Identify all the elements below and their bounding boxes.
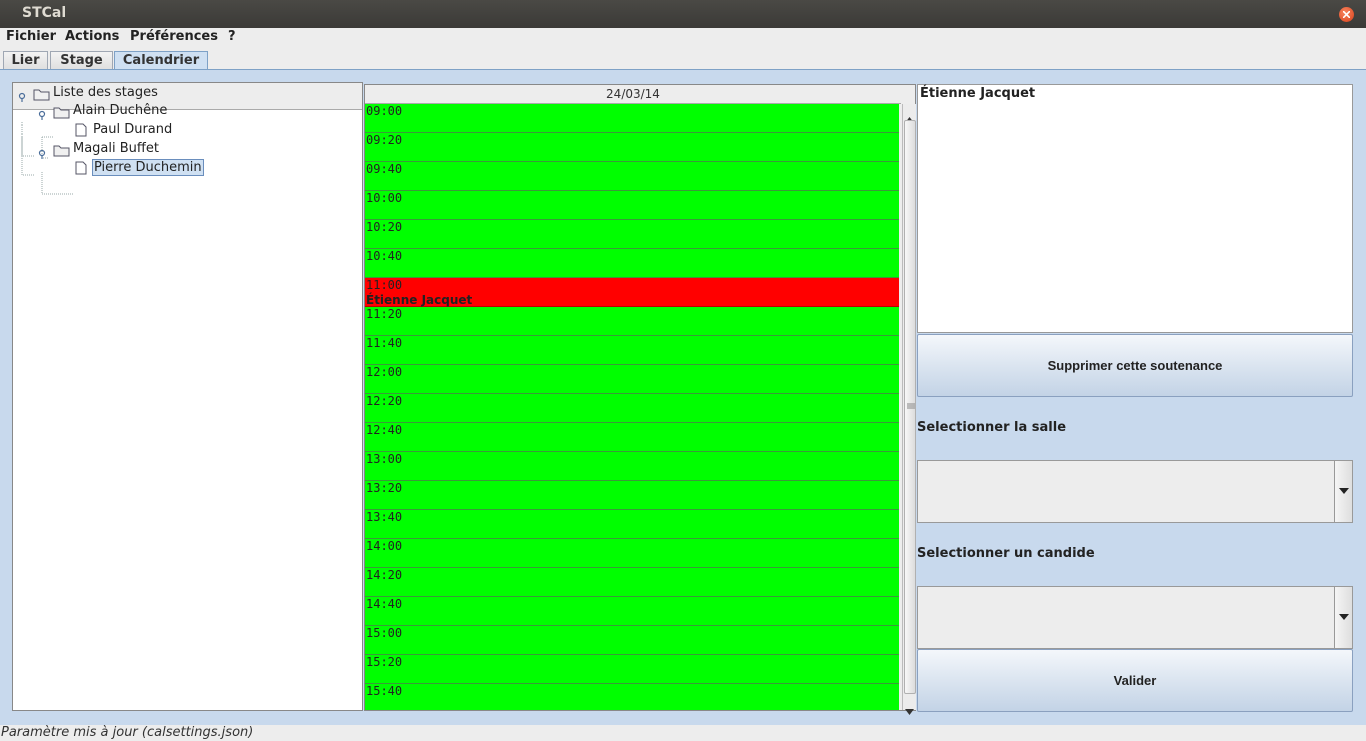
slot-time: 12:00 — [366, 365, 403, 379]
slot-time: 13:20 — [366, 481, 403, 495]
slot-time: 09:40 — [366, 162, 403, 176]
tree-root[interactable]: Liste des stages — [53, 85, 158, 100]
time-slot-free[interactable]: 12:40 — [365, 423, 899, 452]
slot-time: 10:40 — [366, 249, 403, 263]
calendar-tab-content: Liste des stages Alain Duchêne Paul Dura… — [0, 69, 1366, 725]
folder-icon — [53, 104, 70, 123]
tree-leaf-item-selected[interactable]: Pierre Duchemin — [92, 159, 204, 176]
defense-details-textarea[interactable]: Étienne Jacquet — [917, 84, 1353, 333]
chevron-down-icon — [1339, 614, 1349, 620]
status-bar: Paramètre mis à jour (calsettings.json) — [0, 725, 1366, 741]
calendar-panel: 24/03/14 09:00 09:20 09:40 10:00 10:20 10:40 1… — [364, 84, 916, 715]
slot-time: 13:40 — [366, 510, 403, 524]
slot-time: 14:00 — [366, 539, 403, 553]
time-slot-free[interactable]: 09:40 — [365, 162, 899, 191]
time-slot-free[interactable]: 15:20 — [365, 655, 899, 684]
slot-time: 11:20 — [366, 307, 403, 321]
time-slot-free[interactable]: 15:40 — [365, 684, 899, 710]
grip-icon — [907, 403, 915, 409]
slot-time: 11:00 — [366, 278, 403, 292]
menu-help[interactable]: ? — [228, 29, 236, 44]
menu-fichier[interactable]: Fichier — [6, 29, 56, 44]
slot-time: 14:40 — [366, 597, 403, 611]
candidate-dropdown-arrow[interactable] — [1334, 587, 1352, 648]
candidate-select[interactable] — [917, 586, 1353, 649]
chevron-down-icon — [1339, 488, 1349, 494]
group-toggle-icon[interactable] — [37, 144, 47, 159]
slot-candidate: Étienne Jacquet — [366, 293, 473, 307]
slot-time: 09:00 — [366, 104, 403, 118]
group-toggle-icon[interactable] — [37, 105, 47, 120]
tree-group-item[interactable]: Magali Buffet — [73, 141, 159, 156]
time-slot-free[interactable]: 10:20 — [365, 220, 899, 249]
slot-time: 14:20 — [366, 568, 403, 582]
time-slot-free[interactable]: 11:20 — [365, 307, 899, 336]
time-slot-free[interactable]: 10:40 — [365, 249, 899, 278]
room-select[interactable] — [917, 460, 1353, 523]
time-slot-free[interactable]: 15:00 — [365, 626, 899, 655]
tab-lier[interactable]: Lier — [3, 51, 48, 70]
slot-time: 10:20 — [366, 220, 403, 234]
slot-time: 13:00 — [366, 452, 403, 466]
time-slot-free[interactable]: 14:40 — [365, 597, 899, 626]
file-icon — [75, 160, 87, 179]
title-bar: STCal — [0, 0, 1366, 28]
time-slot-free[interactable]: 11:40 — [365, 336, 899, 365]
slot-time: 15:20 — [366, 655, 403, 669]
folder-icon — [33, 86, 50, 105]
menu-bar: Fichier Actions Préférences ? — [0, 28, 1366, 48]
time-slot-free[interactable]: 14:20 — [365, 568, 899, 597]
menu-preferences[interactable]: Préférences — [130, 29, 218, 44]
calendar-date-header: 24/03/14 — [365, 85, 901, 104]
calendar-scrollbar[interactable] — [902, 104, 916, 715]
time-slot-free[interactable]: 14:00 — [365, 539, 899, 568]
time-slot-free[interactable]: 10:00 — [365, 191, 899, 220]
tab-stage[interactable]: Stage — [50, 51, 113, 70]
tab-bar: Lier Stage Calendrier — [0, 50, 1366, 70]
close-icon — [1343, 11, 1350, 18]
slot-time: 10:00 — [366, 191, 403, 205]
validate-button[interactable]: Valider — [917, 649, 1353, 712]
scroll-down-icon[interactable] — [905, 700, 914, 719]
time-slot-free[interactable]: 12:00 — [365, 365, 899, 394]
candidate-label: Selectionner un candide — [917, 546, 1095, 561]
slot-time: 15:40 — [366, 684, 403, 698]
time-slot-free[interactable]: 12:20 — [365, 394, 899, 423]
room-dropdown-arrow[interactable] — [1334, 461, 1352, 522]
slot-time: 11:40 — [366, 336, 403, 350]
tree-group-item[interactable]: Alain Duchêne — [73, 103, 167, 118]
room-label: Selectionner la salle — [917, 420, 1067, 435]
close-button[interactable] — [1339, 7, 1354, 22]
window-title: STCal — [22, 5, 67, 21]
details-text: Étienne Jacquet — [920, 86, 1036, 101]
menu-actions[interactable]: Actions — [65, 29, 119, 44]
time-slot-list: 09:00 09:20 09:40 10:00 10:20 10:40 11:00 Étien… — [365, 104, 901, 710]
internship-tree: Liste des stages Alain Duchêne Paul Dura… — [12, 82, 363, 711]
folder-icon — [53, 142, 70, 161]
slot-time: 12:20 — [366, 394, 403, 408]
time-slot-free[interactable]: 13:40 — [365, 510, 899, 539]
scroll-thumb[interactable] — [904, 120, 916, 694]
tab-calendrier[interactable]: Calendrier — [114, 51, 208, 70]
slot-time: 15:00 — [366, 626, 403, 640]
time-slot-busy[interactable]: 11:00 Étienne Jacquet — [365, 278, 899, 307]
time-slot-free[interactable]: 09:20 — [365, 133, 899, 162]
slot-time: 09:20 — [366, 133, 403, 147]
time-slot-free[interactable]: 09:00 — [365, 104, 899, 133]
tree-leaf-item[interactable]: Paul Durand — [93, 122, 172, 137]
time-slot-free[interactable]: 13:00 — [365, 452, 899, 481]
root-toggle-icon[interactable] — [17, 87, 27, 102]
file-icon — [75, 122, 87, 141]
time-slot-free[interactable]: 13:20 — [365, 481, 899, 510]
delete-defense-button[interactable]: Supprimer cette soutenance — [917, 334, 1353, 397]
slot-time: 12:40 — [366, 423, 403, 437]
